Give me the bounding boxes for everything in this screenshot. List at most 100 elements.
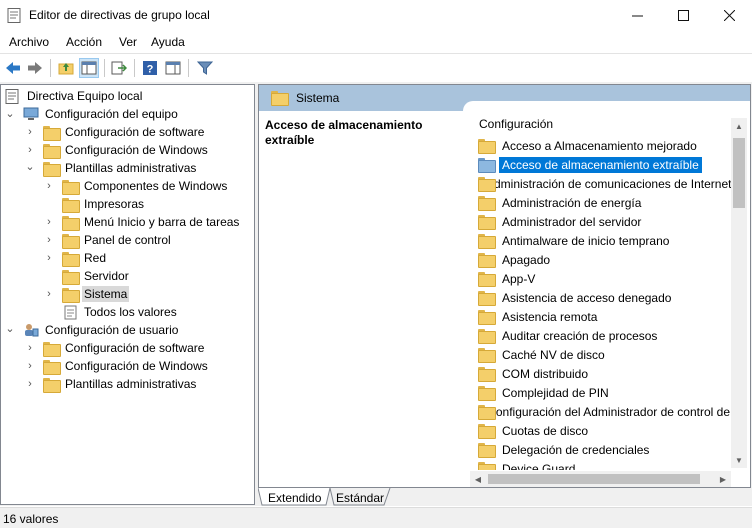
- scroll-down-icon[interactable]: ▼: [731, 452, 747, 468]
- list-item[interactable]: App-V: [473, 269, 733, 288]
- tree-admin-start[interactable]: › Menú Inicio y barra de tareas: [44, 213, 241, 231]
- list-item-label: Administrador del servidor: [502, 214, 642, 229]
- horizontal-scroll-thumb[interactable]: [488, 474, 700, 484]
- help-icon: ?: [143, 61, 157, 76]
- tree-admin-printers-label: Impresoras: [84, 197, 145, 211]
- up-folder-button[interactable]: [56, 58, 76, 78]
- chevron-right-icon[interactable]: ›: [25, 361, 35, 372]
- list-item[interactable]: Delegación de credenciales: [473, 440, 733, 459]
- chevron-down-icon[interactable]: ⌄: [5, 109, 15, 120]
- vertical-scroll-thumb[interactable]: [733, 138, 745, 208]
- scroll-left-icon[interactable]: ◀: [470, 471, 486, 487]
- tree-admin-system[interactable]: › Sistema: [44, 285, 130, 303]
- chevron-right-icon[interactable]: ›: [25, 379, 35, 390]
- export-list-button[interactable]: [109, 58, 129, 78]
- scroll-right-icon[interactable]: ▶: [715, 471, 731, 487]
- list-item[interactable]: Device Guard: [473, 459, 733, 470]
- list-item[interactable]: Administrador del servidor: [473, 212, 733, 231]
- menu-accion[interactable]: Acción: [66, 35, 102, 49]
- help-button[interactable]: ?: [140, 58, 160, 78]
- menu-archivo[interactable]: Archivo: [9, 35, 49, 49]
- tree-admin-system-label: Sistema: [82, 286, 130, 302]
- tree-admin-server[interactable]: Servidor: [44, 267, 131, 285]
- filter-button[interactable]: [195, 58, 215, 78]
- tree-admin-network-label: Red: [84, 251, 107, 265]
- list-item[interactable]: Auditar creación de procesos: [473, 326, 733, 345]
- list-item[interactable]: Administración de comunicaciones de Inte…: [473, 174, 733, 193]
- list-item[interactable]: Caché NV de disco: [473, 345, 733, 364]
- forward-button[interactable]: [25, 58, 45, 78]
- folder-icon: [62, 215, 80, 231]
- chevron-right-icon[interactable]: ›: [44, 217, 54, 228]
- policy-document-icon: [5, 88, 19, 104]
- tree-computer-config[interactable]: ⌄ Configuración del equipo: [5, 105, 180, 123]
- list-item[interactable]: Asistencia de acceso denegado: [473, 288, 733, 307]
- tree-admin-components[interactable]: › Componentes de Windows: [44, 177, 229, 195]
- tab-estandar[interactable]: Estándar: [336, 489, 384, 506]
- tree-uc-admin[interactable]: › Plantillas administrativas: [25, 375, 198, 393]
- tree-cc-admin[interactable]: ⌄ Plantillas administrativas: [25, 159, 198, 177]
- chevron-right-icon[interactable]: ›: [25, 127, 35, 138]
- chevron-right-icon[interactable]: ›: [44, 181, 54, 192]
- tab-extendido[interactable]: Extendido: [268, 489, 321, 506]
- chevron-down-icon[interactable]: ⌄: [25, 162, 35, 173]
- folder-icon: [43, 359, 61, 375]
- list-item-label: Asistencia de acceso denegado: [502, 290, 672, 305]
- chevron-right-icon[interactable]: ›: [25, 145, 35, 156]
- tree-admin-all[interactable]: Todos los valores: [44, 303, 179, 321]
- close-button[interactable]: [706, 0, 752, 31]
- list-item-label: Cuotas de disco: [502, 423, 589, 438]
- maximize-button[interactable]: [660, 0, 706, 31]
- list-item[interactable]: Configuración del Administrador de contr…: [473, 402, 733, 421]
- list-item[interactable]: Cuotas de disco: [473, 421, 733, 440]
- list-item[interactable]: Acceso a Almacenamiento mejorado: [473, 136, 733, 155]
- main-area: Directiva Equipo local ⌄ Configuración d…: [0, 82, 752, 506]
- minimize-button[interactable]: [614, 0, 660, 31]
- list-item[interactable]: Asistencia remota: [473, 307, 733, 326]
- list-item-label: Device Guard: [502, 461, 576, 471]
- folder-icon: [478, 367, 496, 382]
- vertical-scrollbar[interactable]: ▲ ▼: [731, 118, 747, 468]
- folder-icon: [478, 443, 496, 458]
- tree-root[interactable]: Directiva Equipo local: [5, 87, 144, 105]
- tree-computer-config-label: Configuración del equipo: [45, 107, 178, 121]
- horizontal-scrollbar[interactable]: ◀ ▶: [470, 471, 731, 487]
- chevron-down-icon[interactable]: ⌄: [5, 324, 15, 335]
- back-button[interactable]: [3, 58, 23, 78]
- tree-admin-start-label: Menú Inicio y barra de tareas: [84, 215, 240, 229]
- column-header-configuracion[interactable]: Configuración: [479, 117, 553, 131]
- list-item-label: Administración de comunicaciones de Inte…: [486, 176, 732, 191]
- menu-ayuda[interactable]: Ayuda: [151, 35, 185, 49]
- list-item[interactable]: COM distribuido: [473, 364, 733, 383]
- tree-uc-software[interactable]: › Configuración de software: [25, 339, 206, 357]
- menu-ver[interactable]: Ver: [119, 35, 137, 49]
- tree-admin-server-label: Servidor: [84, 269, 129, 283]
- show-hide-tree-button[interactable]: [79, 58, 99, 78]
- list-item[interactable]: Complejidad de PIN: [473, 383, 733, 402]
- folder-icon: [478, 215, 496, 230]
- tree-uc-windows[interactable]: › Configuración de Windows: [25, 357, 210, 375]
- list-item-label: Acceso de almacenamiento extraíble: [499, 156, 702, 173]
- list-item[interactable]: Acceso de almacenamiento extraíble: [473, 155, 733, 174]
- tree-admin-printers[interactable]: Impresoras: [44, 195, 146, 213]
- status-text: 16 valores: [3, 512, 59, 526]
- show-pane-button[interactable]: [163, 58, 183, 78]
- tree-admin-network[interactable]: › Red: [44, 249, 108, 267]
- tree-user-config[interactable]: ⌄ Configuración de usuario: [5, 321, 180, 339]
- list-item[interactable]: Administración de energía: [473, 193, 733, 212]
- tree-admin-control[interactable]: › Panel de control: [44, 231, 173, 249]
- svg-text:?: ?: [147, 64, 154, 76]
- window-title: Editor de directivas de grupo local: [29, 8, 210, 22]
- scroll-up-icon[interactable]: ▲: [731, 118, 747, 134]
- chevron-right-icon[interactable]: ›: [44, 289, 54, 300]
- chevron-right-icon[interactable]: ›: [44, 235, 54, 246]
- settings-list-icon: [64, 305, 77, 319]
- list-item[interactable]: Apagado: [473, 250, 733, 269]
- chevron-right-icon[interactable]: ›: [44, 253, 54, 264]
- chevron-right-icon[interactable]: ›: [25, 343, 35, 354]
- status-bar: 16 valores: [0, 507, 752, 528]
- tree-cc-software[interactable]: › Configuración de software: [25, 123, 206, 141]
- folder-icon: [478, 348, 496, 363]
- list-item[interactable]: Antimalware de inicio temprano: [473, 231, 733, 250]
- tree-cc-windows[interactable]: › Configuración de Windows: [25, 141, 210, 159]
